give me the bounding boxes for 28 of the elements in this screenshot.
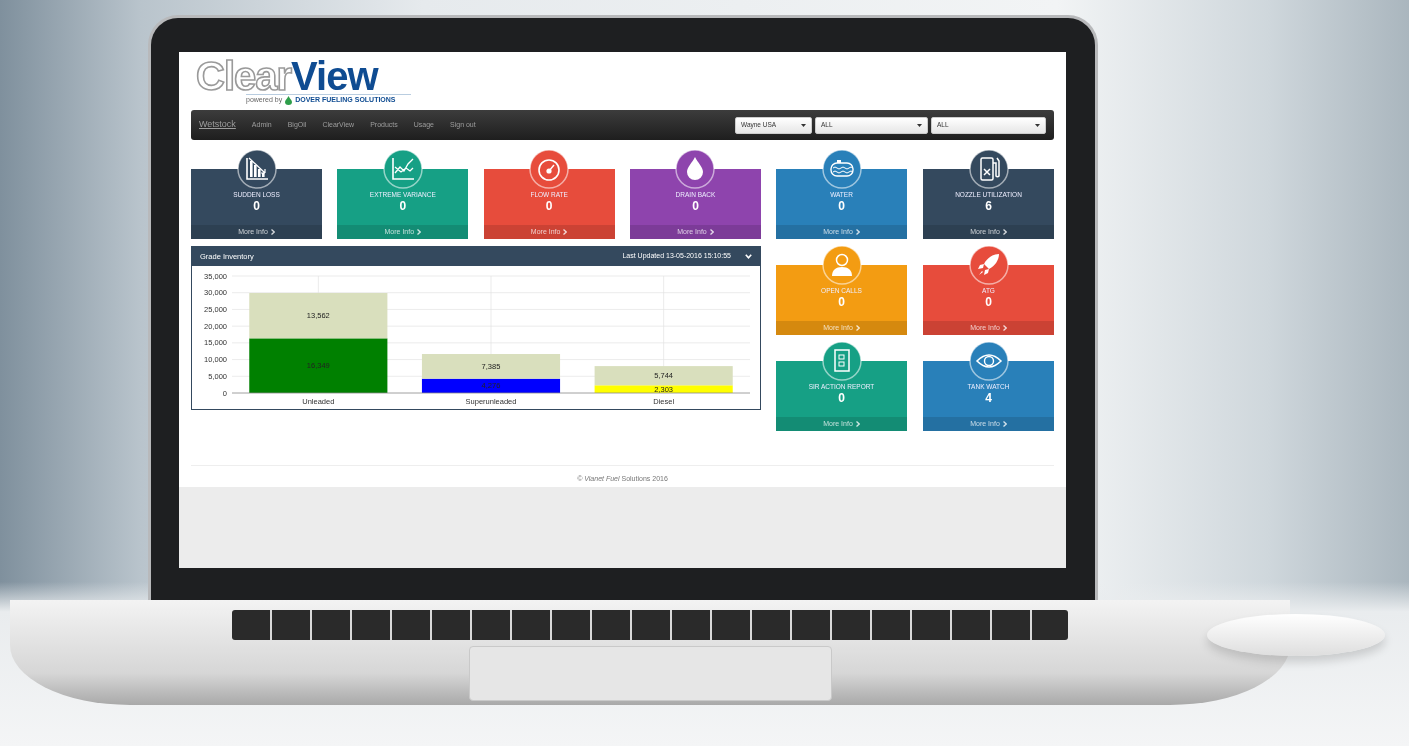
logo-text: Clear xyxy=(196,56,292,97)
tile-value: 0 xyxy=(253,198,260,214)
chevron-right-icon xyxy=(417,229,422,235)
tile-value: 0 xyxy=(692,198,699,214)
chevron-right-icon xyxy=(270,229,275,235)
chevron-right-icon xyxy=(855,325,860,331)
chevron-right-icon xyxy=(855,229,860,235)
chevron-right-icon xyxy=(709,229,714,235)
tile-value: 4 xyxy=(985,390,992,406)
caret-icon xyxy=(801,123,806,127)
tile-value: 0 xyxy=(838,294,845,310)
tile-value: 6 xyxy=(985,198,992,214)
chevron-right-icon xyxy=(855,421,860,427)
caret-icon xyxy=(917,123,922,127)
tile-value: 0 xyxy=(545,198,553,214)
tile-value: 0 xyxy=(838,198,845,214)
logo-text: View xyxy=(291,56,378,97)
navbar-brand[interactable]: Wetstock xyxy=(199,118,236,132)
tile-value: 0 xyxy=(985,294,992,310)
caret-icon xyxy=(1035,123,1040,127)
chevron-right-icon xyxy=(1002,421,1007,427)
tile-value: 0 xyxy=(399,198,407,214)
chevron-right-icon xyxy=(1002,229,1007,235)
chevron-right-icon xyxy=(1002,325,1007,331)
drop-logo-icon xyxy=(285,96,293,105)
tile-value: 0 xyxy=(838,390,845,406)
chevron-down-icon[interactable] xyxy=(745,254,752,259)
chevron-right-icon xyxy=(563,229,568,235)
